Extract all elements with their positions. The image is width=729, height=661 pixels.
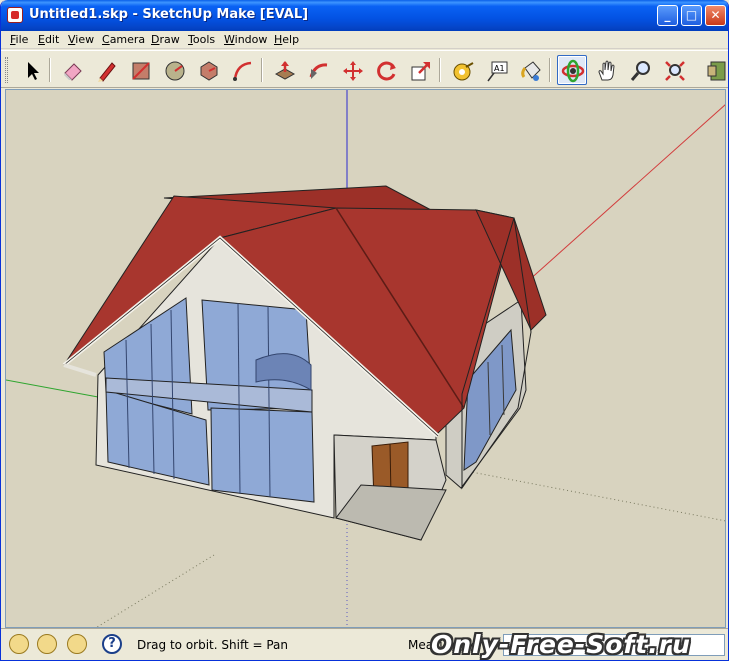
status-hint: Drag to orbit. Shift = Pan bbox=[137, 638, 288, 652]
zoom-extents-tool-button[interactable] bbox=[659, 55, 689, 85]
menu-help[interactable]: Help bbox=[274, 33, 299, 46]
orbit-tool-button[interactable] bbox=[557, 55, 587, 85]
menu-camera-accel: C bbox=[102, 33, 110, 46]
follow-me-tool-button[interactable] bbox=[303, 55, 333, 85]
watermark-logo: Only-Free-Soft.ru bbox=[431, 630, 691, 659]
red-axis bbox=[517, 104, 725, 291]
sketchup-app-icon[interactable] bbox=[7, 7, 23, 23]
maximize-button[interactable]: □ bbox=[681, 5, 702, 26]
zoom-extents-icon bbox=[665, 61, 685, 81]
move-tool-button[interactable] bbox=[337, 55, 367, 85]
pan-tool-button[interactable] bbox=[591, 55, 621, 85]
toolbar-separator bbox=[439, 58, 441, 82]
line-tool-button[interactable] bbox=[91, 55, 121, 85]
menu-edit-label: dit bbox=[44, 33, 60, 46]
eraser-icon bbox=[64, 63, 82, 81]
close-button[interactable]: ✕ bbox=[705, 5, 726, 26]
menu-window-label: indow bbox=[234, 33, 268, 46]
sketchup-window: Untitled1.skp - SketchUp Make [EVAL] _ □… bbox=[0, 0, 729, 661]
instructor-icon[interactable] bbox=[67, 634, 87, 654]
left-eave bbox=[63, 363, 97, 377]
arc-icon bbox=[233, 61, 252, 81]
select-tool-button[interactable] bbox=[16, 55, 46, 85]
push-pull-tool-button[interactable] bbox=[269, 55, 299, 85]
menu-bar: File Edit View Camera Draw Tools Window … bbox=[1, 31, 728, 49]
menu-camera[interactable]: Camera bbox=[102, 33, 145, 46]
zoom-tool-button[interactable] bbox=[625, 55, 655, 85]
polygon-tool-button[interactable] bbox=[193, 55, 223, 85]
house-model-canvas[interactable] bbox=[6, 90, 726, 628]
red-axis-dashed bbox=[460, 469, 725, 522]
scale-icon bbox=[411, 62, 430, 81]
menu-view-label: iew bbox=[75, 33, 95, 46]
geo-location-icon[interactable] bbox=[9, 634, 29, 654]
menu-tools[interactable]: Tools bbox=[188, 33, 215, 46]
main-toolbar: A1 bbox=[1, 50, 728, 88]
menu-draw-label: raw bbox=[159, 33, 180, 46]
select-arrow-icon bbox=[28, 62, 39, 80]
scale-tool-button[interactable] bbox=[405, 55, 435, 85]
follow-me-icon bbox=[309, 63, 328, 79]
menu-draw[interactable]: Draw bbox=[151, 33, 180, 46]
push-pull-icon bbox=[274, 61, 296, 80]
toolbar-separator bbox=[549, 58, 551, 82]
toolbar-grip[interactable] bbox=[5, 57, 8, 83]
menu-tools-label: ools bbox=[192, 33, 216, 46]
menu-camera-label: amera bbox=[109, 33, 146, 46]
circle-icon bbox=[165, 61, 185, 81]
green-axis-dashed bbox=[96, 554, 215, 627]
arc-tool-button[interactable] bbox=[227, 55, 257, 85]
menu-help-label: elp bbox=[282, 33, 300, 46]
eraser-tool-button[interactable] bbox=[57, 55, 87, 85]
model-viewport[interactable] bbox=[5, 89, 726, 628]
components-tool-button[interactable] bbox=[701, 55, 728, 85]
paint-bucket-icon bbox=[521, 61, 541, 81]
minimize-button[interactable]: _ bbox=[657, 5, 678, 26]
pencil-line-icon bbox=[98, 62, 116, 82]
circle-tool-button[interactable] bbox=[159, 55, 189, 85]
menu-window-accel: W bbox=[224, 33, 235, 46]
menu-view[interactable]: View bbox=[68, 33, 94, 46]
toolbar-separator bbox=[261, 58, 263, 82]
text-tool-button[interactable]: A1 bbox=[481, 55, 511, 85]
text-icon: A1 bbox=[487, 61, 508, 82]
title-bar[interactable]: Untitled1.skp - SketchUp Make [EVAL] _ □… bbox=[1, 0, 728, 31]
menu-file[interactable]: File bbox=[10, 33, 28, 46]
menu-file-label: ile bbox=[15, 33, 29, 46]
tape-measure-icon bbox=[453, 62, 474, 81]
move-icon bbox=[343, 61, 363, 81]
rectangle-icon bbox=[132, 62, 150, 80]
toolbar-separator bbox=[49, 58, 51, 82]
polygon-icon bbox=[200, 61, 218, 81]
pan-hand-icon bbox=[598, 60, 615, 81]
menu-window[interactable]: Window bbox=[224, 33, 267, 46]
credits-icon[interactable] bbox=[37, 634, 57, 654]
tape-measure-tool-button[interactable] bbox=[447, 55, 477, 85]
window-title: Untitled1.skp - SketchUp Make [EVAL] bbox=[29, 7, 309, 22]
components-icon bbox=[707, 61, 726, 81]
paint-bucket-tool-button[interactable] bbox=[515, 55, 545, 85]
rotate-tool-button[interactable] bbox=[371, 55, 401, 85]
rotate-icon bbox=[377, 61, 396, 81]
svg-text:A1: A1 bbox=[494, 64, 505, 73]
help-icon[interactable]: ? bbox=[102, 634, 122, 654]
lower-right-window bbox=[210, 407, 315, 503]
rectangle-tool-button[interactable] bbox=[125, 55, 155, 85]
menu-edit-accel: E bbox=[38, 33, 45, 46]
zoom-icon bbox=[630, 61, 650, 81]
orbit-icon bbox=[561, 59, 585, 83]
menu-edit[interactable]: Edit bbox=[38, 33, 59, 46]
green-axis bbox=[6, 379, 99, 398]
